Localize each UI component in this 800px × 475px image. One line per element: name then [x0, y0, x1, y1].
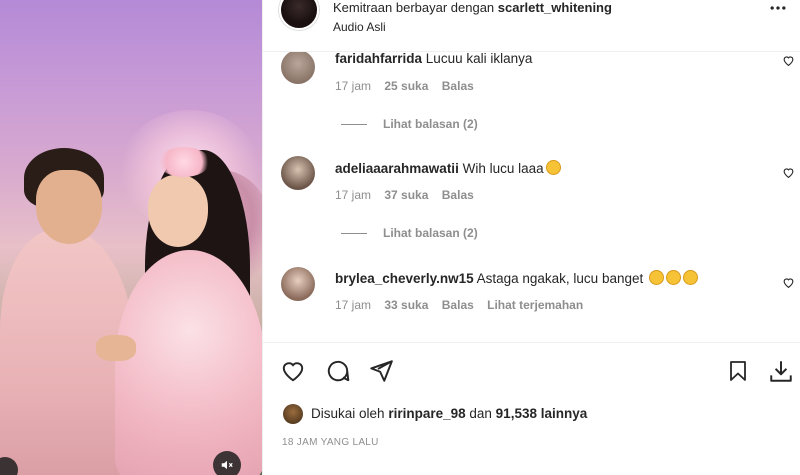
comment-body: Wih lucu laaa [462, 161, 544, 176]
comment-text: faridahfarrida Lucuu kali iklanya [335, 52, 532, 66]
mute-button[interactable] [213, 451, 241, 475]
comment-time[interactable]: 17 jam [335, 79, 371, 93]
reply-button[interactable]: Balas [442, 79, 474, 93]
likes-count[interactable]: 91,538 lainnya [496, 406, 588, 421]
liker-avatar[interactable] [283, 404, 303, 424]
flower-crown [158, 147, 210, 177]
audio-label[interactable]: Audio Asli [333, 20, 386, 34]
post-media[interactable] [0, 0, 262, 475]
comment-username[interactable]: brylea_cheverly.nw15 [335, 271, 474, 286]
heart-icon [783, 56, 794, 67]
more-options-button[interactable] [768, 0, 788, 23]
view-replies-label: Lihat balasan (2) [383, 226, 478, 240]
heart-icon [783, 168, 794, 179]
send-icon [370, 360, 393, 382]
download-button[interactable] [767, 357, 795, 385]
comment-like-button[interactable] [782, 54, 795, 70]
view-replies-button[interactable]: Lihat balasan (2) [341, 117, 478, 131]
rolling-laughing-emoji-icon [683, 270, 698, 285]
paid-partnership-label: Kemitraan berbayar dengan scarlett_white… [333, 0, 612, 15]
comment-meta: 17 jam 25 suka Balas [335, 79, 484, 93]
translate-button[interactable]: Lihat terjemahan [487, 298, 583, 312]
groom-face [36, 170, 102, 244]
heart-icon [282, 362, 304, 382]
comment-meta: 17 jam 37 suka Balas [335, 188, 484, 202]
comment-text: brylea_cheverly.nw15 Astaga ngakak, lucu… [335, 270, 698, 286]
rolling-laughing-emoji-icon [666, 270, 681, 285]
comment-time[interactable]: 17 jam [335, 298, 371, 312]
comment-body: Lucuu kali iklanya [425, 52, 533, 66]
like-button[interactable] [279, 357, 307, 385]
comment-text: adeliaaarahmawatii Wih lucu laaa [335, 160, 561, 176]
heart-icon [783, 278, 794, 289]
comment-time[interactable]: 17 jam [335, 188, 371, 202]
bride-dress [115, 250, 262, 475]
likes-prefix: Disukai oleh [311, 406, 385, 421]
post-side-panel: Kemitraan berbayar dengan scarlett_white… [262, 0, 800, 475]
partnership-prefix: Kemitraan berbayar dengan [333, 0, 495, 15]
comment-likes[interactable]: 33 suka [384, 298, 428, 312]
rolling-laughing-emoji-icon [649, 270, 664, 285]
more-horizontal-icon [770, 6, 786, 10]
speaker-muted-icon [221, 460, 233, 470]
comment-meta: 17 jam 33 suka Balas Lihat terjemahan [335, 298, 593, 312]
post-timestamp[interactable]: 18 JAM YANG LALU [282, 437, 379, 448]
comment-username[interactable]: faridahfarrida [335, 52, 422, 66]
post-actions-bar [263, 342, 800, 398]
comment-icon [327, 360, 350, 382]
replies-divider [341, 124, 367, 126]
save-button[interactable] [724, 357, 752, 385]
reply-button[interactable]: Balas [442, 188, 474, 202]
replies-divider [341, 233, 367, 235]
liker-username[interactable]: ririnpare_98 [388, 406, 465, 421]
partner-link[interactable]: scarlett_whitening [498, 0, 612, 15]
commenter-avatar[interactable] [281, 156, 315, 190]
likes-middle: dan [469, 406, 492, 421]
commenter-avatar[interactable] [281, 267, 315, 301]
reply-button[interactable]: Balas [442, 298, 474, 312]
comment-likes[interactable]: 37 suka [384, 188, 428, 202]
holding-hands [96, 335, 136, 361]
view-replies-label: Lihat balasan (2) [383, 117, 478, 131]
download-icon [770, 361, 792, 382]
view-replies-button[interactable]: Lihat balasan (2) [341, 226, 478, 240]
comment-like-button[interactable] [782, 166, 795, 182]
comment-likes[interactable]: 25 suka [384, 79, 428, 93]
bookmark-icon [730, 361, 746, 381]
comment-username[interactable]: adeliaaarahmawatii [335, 161, 459, 176]
likes-summary: Disukai oleh ririnpare_98 dan 91,538 lai… [283, 403, 783, 427]
star-struck-emoji-icon [545, 160, 561, 175]
comment-body: Astaga ngakak, lucu banget [476, 271, 644, 286]
likes-text: Disukai oleh ririnpare_98 dan 91,538 lai… [311, 406, 587, 421]
comment-button[interactable] [324, 357, 352, 385]
share-button[interactable] [367, 357, 395, 385]
author-avatar[interactable] [279, 0, 319, 30]
comments-list: faridahfarrida Lucuu kali iklanya 17 jam… [263, 52, 800, 342]
commenter-avatar[interactable] [281, 52, 315, 84]
post-header: Kemitraan berbayar dengan scarlett_white… [263, 0, 800, 52]
bride-face [148, 175, 208, 247]
comment-like-button[interactable] [782, 276, 795, 292]
